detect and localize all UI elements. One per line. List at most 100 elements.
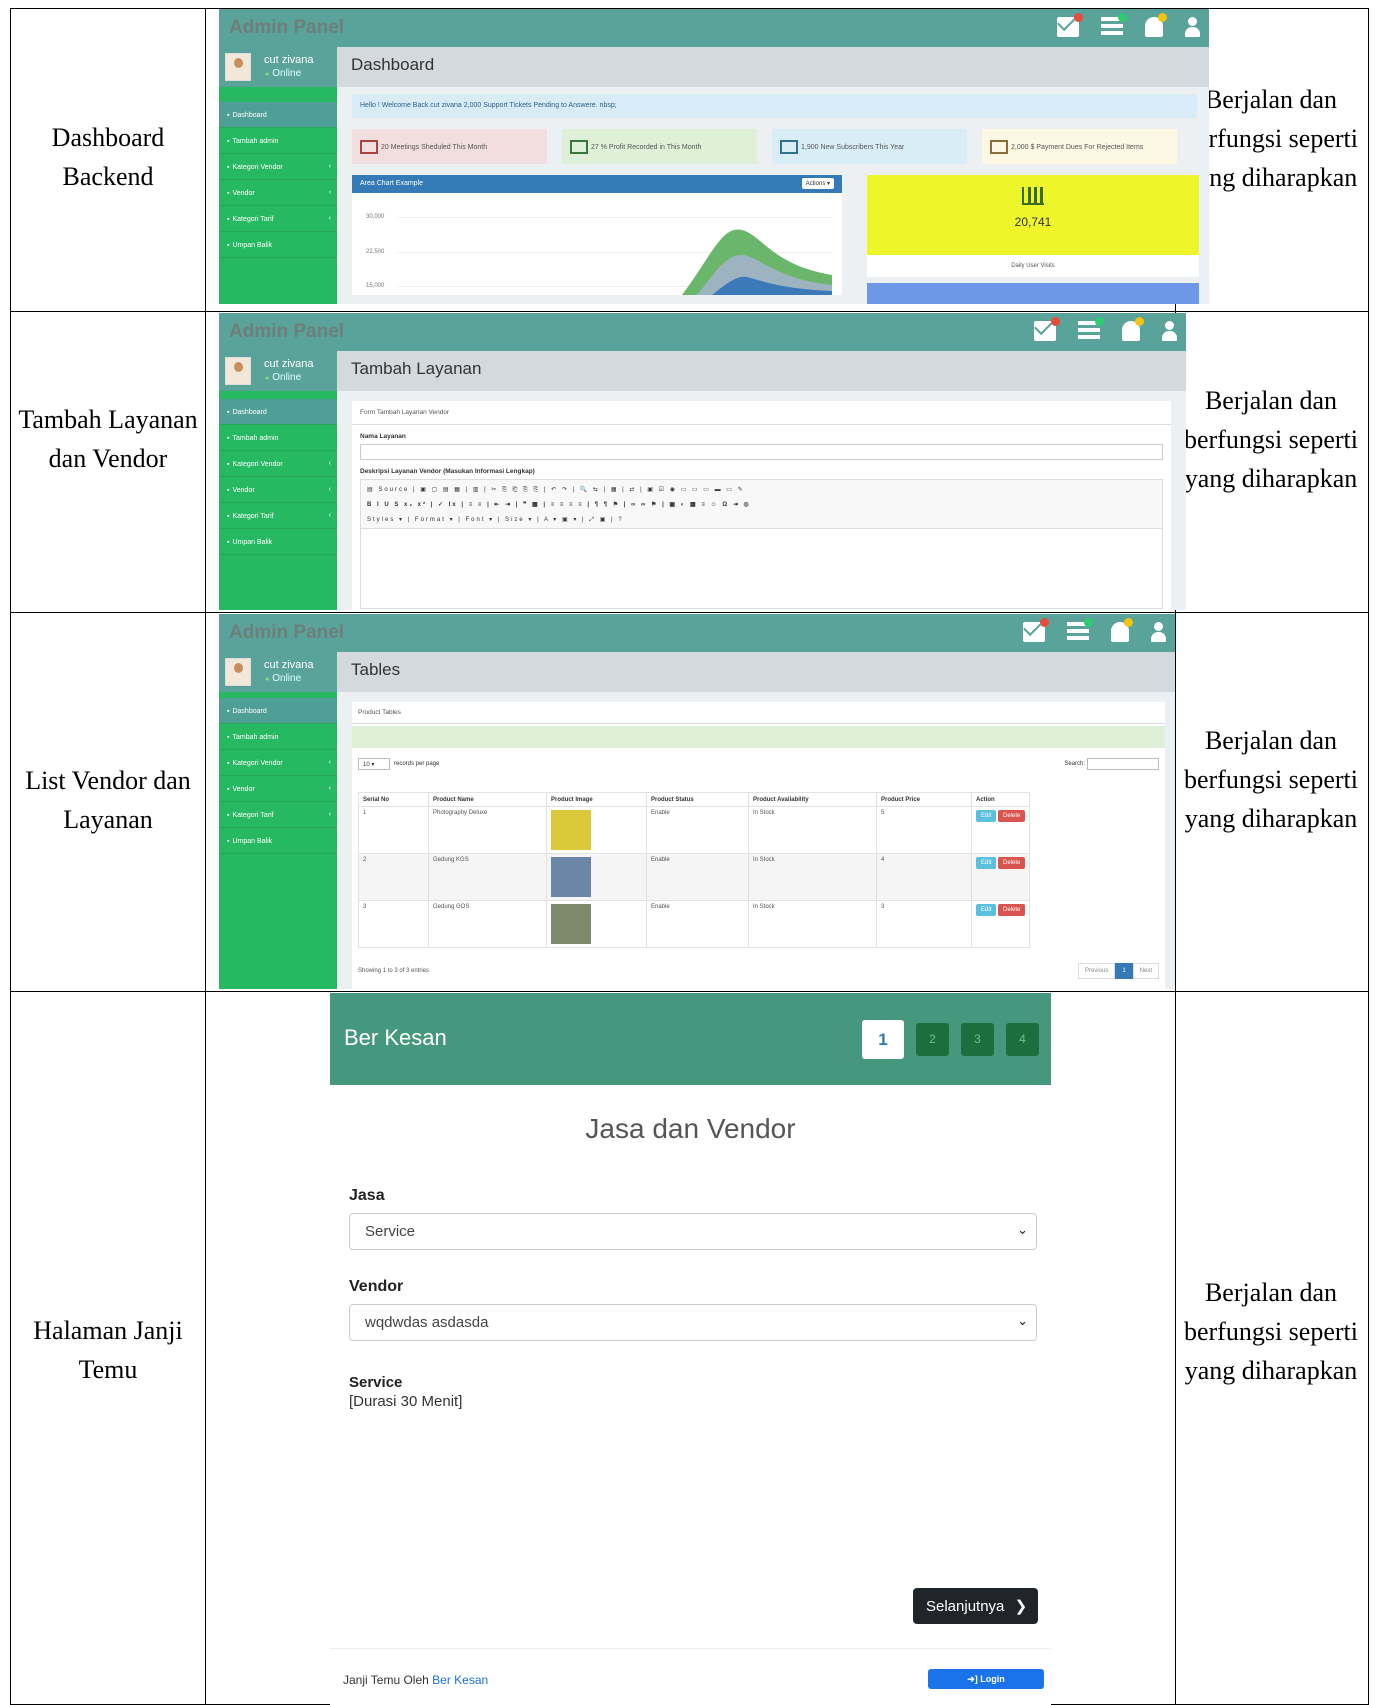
sidebar-item-kategori-tarif[interactable]: Kategori Tarif‹ xyxy=(219,206,337,232)
page-button[interactable]: 1 xyxy=(1115,963,1133,979)
delete-button[interactable]: Delete xyxy=(998,904,1026,916)
column-header[interactable]: Serial No xyxy=(358,792,429,807)
product-status: Enable xyxy=(646,853,749,901)
prev-button[interactable]: Previous xyxy=(1077,963,1116,979)
product-image xyxy=(551,810,591,850)
product-name: Photography Deluxe xyxy=(428,806,547,854)
chevron-left-icon: ‹ xyxy=(328,215,331,222)
sidebar-item-kategori-tarif[interactable]: Kategori Tarif‹ xyxy=(219,503,337,529)
user-icon[interactable] xyxy=(1151,622,1166,642)
next-button[interactable]: Next xyxy=(1132,963,1159,979)
money-icon xyxy=(570,140,588,154)
sidebar-item-umpan-balik[interactable]: Umpan Balik xyxy=(219,232,337,258)
chevron-left-icon: ‹ xyxy=(328,460,331,467)
product-image xyxy=(551,904,591,944)
admin-main: Tables Product Tables 10 ▾ records per p… xyxy=(337,652,1175,989)
admin-sidebar: cut zivana Online Dashboard Tambah admin… xyxy=(219,652,337,989)
janji-temu-screenshot: Ber Kesan 1 2 3 4 Jasa dan Vendor Jasa S… xyxy=(330,993,1051,1705)
mail-icon[interactable] xyxy=(1023,618,1049,642)
vendor-select[interactable]: wqdwdas asdasda ⌄ xyxy=(349,1304,1037,1341)
edit-button[interactable]: Edit xyxy=(976,857,997,869)
column-header[interactable]: Action xyxy=(970,792,1031,807)
mail-icon[interactable] xyxy=(1034,317,1060,341)
login-button[interactable]: ➜] Login xyxy=(928,1669,1044,1689)
row-divider xyxy=(10,991,1369,992)
nama-layanan-input[interactable] xyxy=(360,444,1163,460)
jasa-select[interactable]: Service ⌄ xyxy=(349,1213,1037,1250)
row-divider xyxy=(10,311,1369,312)
bell-icon[interactable] xyxy=(1145,13,1167,37)
step-3[interactable]: 3 xyxy=(961,1023,994,1056)
table-row: 1 Photography Deluxe Enable In Stock 5 Edit D… xyxy=(358,806,1031,854)
pencil-icon xyxy=(990,140,1008,154)
row-3-label: List Vendor dan Layanan xyxy=(25,766,191,834)
delete-button[interactable]: Delete xyxy=(998,857,1026,869)
delete-button[interactable]: Delete xyxy=(998,810,1026,822)
step-1[interactable]: 1 xyxy=(862,1020,904,1059)
column-header[interactable]: Product Availability xyxy=(748,792,877,807)
sidebar-item-vendor[interactable]: Vendor‹ xyxy=(219,180,337,206)
sidebar-item-vendor[interactable]: Vendor‹ xyxy=(219,477,337,503)
product-status: Enable xyxy=(646,900,749,948)
step-2[interactable]: 2 xyxy=(916,1023,949,1056)
column-header[interactable]: Product Price xyxy=(876,792,972,807)
product-availability: In Stock xyxy=(748,900,877,948)
form-panel: Form Tambah Layanan Vendor Nama Layanan … xyxy=(352,401,1171,610)
next-button[interactable]: Selanjutnya ❯ xyxy=(913,1588,1038,1624)
sidebar-item-kategori-vendor[interactable]: Kategori Vendor‹ xyxy=(219,451,337,477)
tasks-icon[interactable] xyxy=(1078,317,1104,341)
per-page-select[interactable]: 10 ▾ xyxy=(358,758,390,770)
user-icon[interactable] xyxy=(1185,17,1200,37)
table-row: 2 Gedung KGS Enable In Stock 4 Edit Delete xyxy=(358,853,1031,901)
user-name: cut zivana xyxy=(264,54,314,66)
sidebar-item-vendor[interactable]: Vendor‹ xyxy=(219,776,337,802)
product-availability: In Stock xyxy=(748,806,877,854)
column-header[interactable]: Product Status xyxy=(646,792,749,807)
editor-toolbar[interactable]: ▤ Source | ▣ ▢ ▤ ▦ | ▥ | ✂ ⎘ ⎗ ⎘ ⎘ | ↶ ↷… xyxy=(360,479,1163,529)
tasks-icon[interactable] xyxy=(1067,618,1093,642)
deskripsi-label: Deskripsi Layanan Vendor (Masukan Inform… xyxy=(360,468,535,475)
user-icon[interactable] xyxy=(1162,321,1177,341)
per-page-label: records per page xyxy=(394,761,440,767)
visits-label: Daily User Visits xyxy=(867,255,1199,277)
column-divider xyxy=(205,8,206,1705)
sidebar-item-umpan-balik[interactable]: Umpan Balik xyxy=(219,529,337,555)
nama-layanan-label: Nama Layanan xyxy=(360,433,406,440)
sidebar-item-tambah-admin[interactable]: Tambah admin xyxy=(219,128,337,154)
tasks-icon[interactable] xyxy=(1101,13,1127,37)
bell-icon[interactable] xyxy=(1122,317,1144,341)
brand-name: Ber Kesan xyxy=(344,1025,447,1050)
sidebar-item-kategori-vendor[interactable]: Kategori Vendor‹ xyxy=(219,750,337,776)
edit-button[interactable]: Edit xyxy=(976,904,997,916)
chevron-down-icon: ⌄ xyxy=(1017,1313,1028,1328)
sidebar-item-tambah-admin[interactable]: Tambah admin xyxy=(219,425,337,451)
chevron-left-icon: ‹ xyxy=(328,811,331,818)
sidebar-item-dashboard[interactable]: Dashboard xyxy=(219,399,337,425)
mail-icon[interactable] xyxy=(1057,13,1083,37)
row-4-result: Berjalan dan berfungsi seperti yang diha… xyxy=(1183,1278,1358,1385)
sidebar-item-umpan-balik[interactable]: Umpan Balik xyxy=(219,828,337,854)
welcome-alert: Hello ! Welcome Back cut zivana 2,000 Su… xyxy=(352,94,1197,118)
column-header[interactable]: Product Image xyxy=(546,792,647,807)
sidebar-item-tambah-admin[interactable]: Tambah admin xyxy=(219,724,337,750)
search-input[interactable] xyxy=(1087,758,1159,770)
edit-button[interactable]: Edit xyxy=(976,810,997,822)
user-status: Online xyxy=(265,68,301,79)
column-header[interactable]: Product Name xyxy=(428,792,547,807)
sidebar-item-dashboard[interactable]: Dashboard xyxy=(219,698,337,724)
tambah-layanan-screenshot: Admin Panel cut zivana Online Dashboard … xyxy=(219,313,1186,610)
sidebar-item-kategori-tarif[interactable]: Kategori Tarif‹ xyxy=(219,802,337,828)
avatar xyxy=(225,357,251,385)
step-4[interactable]: 4 xyxy=(1006,1023,1039,1056)
page-title: Tambah Layanan xyxy=(337,351,1186,391)
product-image-cell xyxy=(546,806,647,854)
footer-link[interactable]: Ber Kesan xyxy=(432,1673,488,1687)
pagination: Previous 1 Next xyxy=(1077,963,1159,979)
sidebar-item-kategori-vendor[interactable]: Kategori Vendor‹ xyxy=(219,154,337,180)
bell-icon[interactable] xyxy=(1111,618,1133,642)
sidebar-item-dashboard[interactable]: Dashboard xyxy=(219,102,337,128)
product-name: Gedung KGS xyxy=(428,853,547,901)
area-chart-panel: Area Chart Example Actions ▾ 30,000 22,50… xyxy=(352,175,842,295)
deskripsi-editor[interactable] xyxy=(360,529,1163,609)
row-4-label: Halaman Janji Temu xyxy=(33,1316,183,1384)
